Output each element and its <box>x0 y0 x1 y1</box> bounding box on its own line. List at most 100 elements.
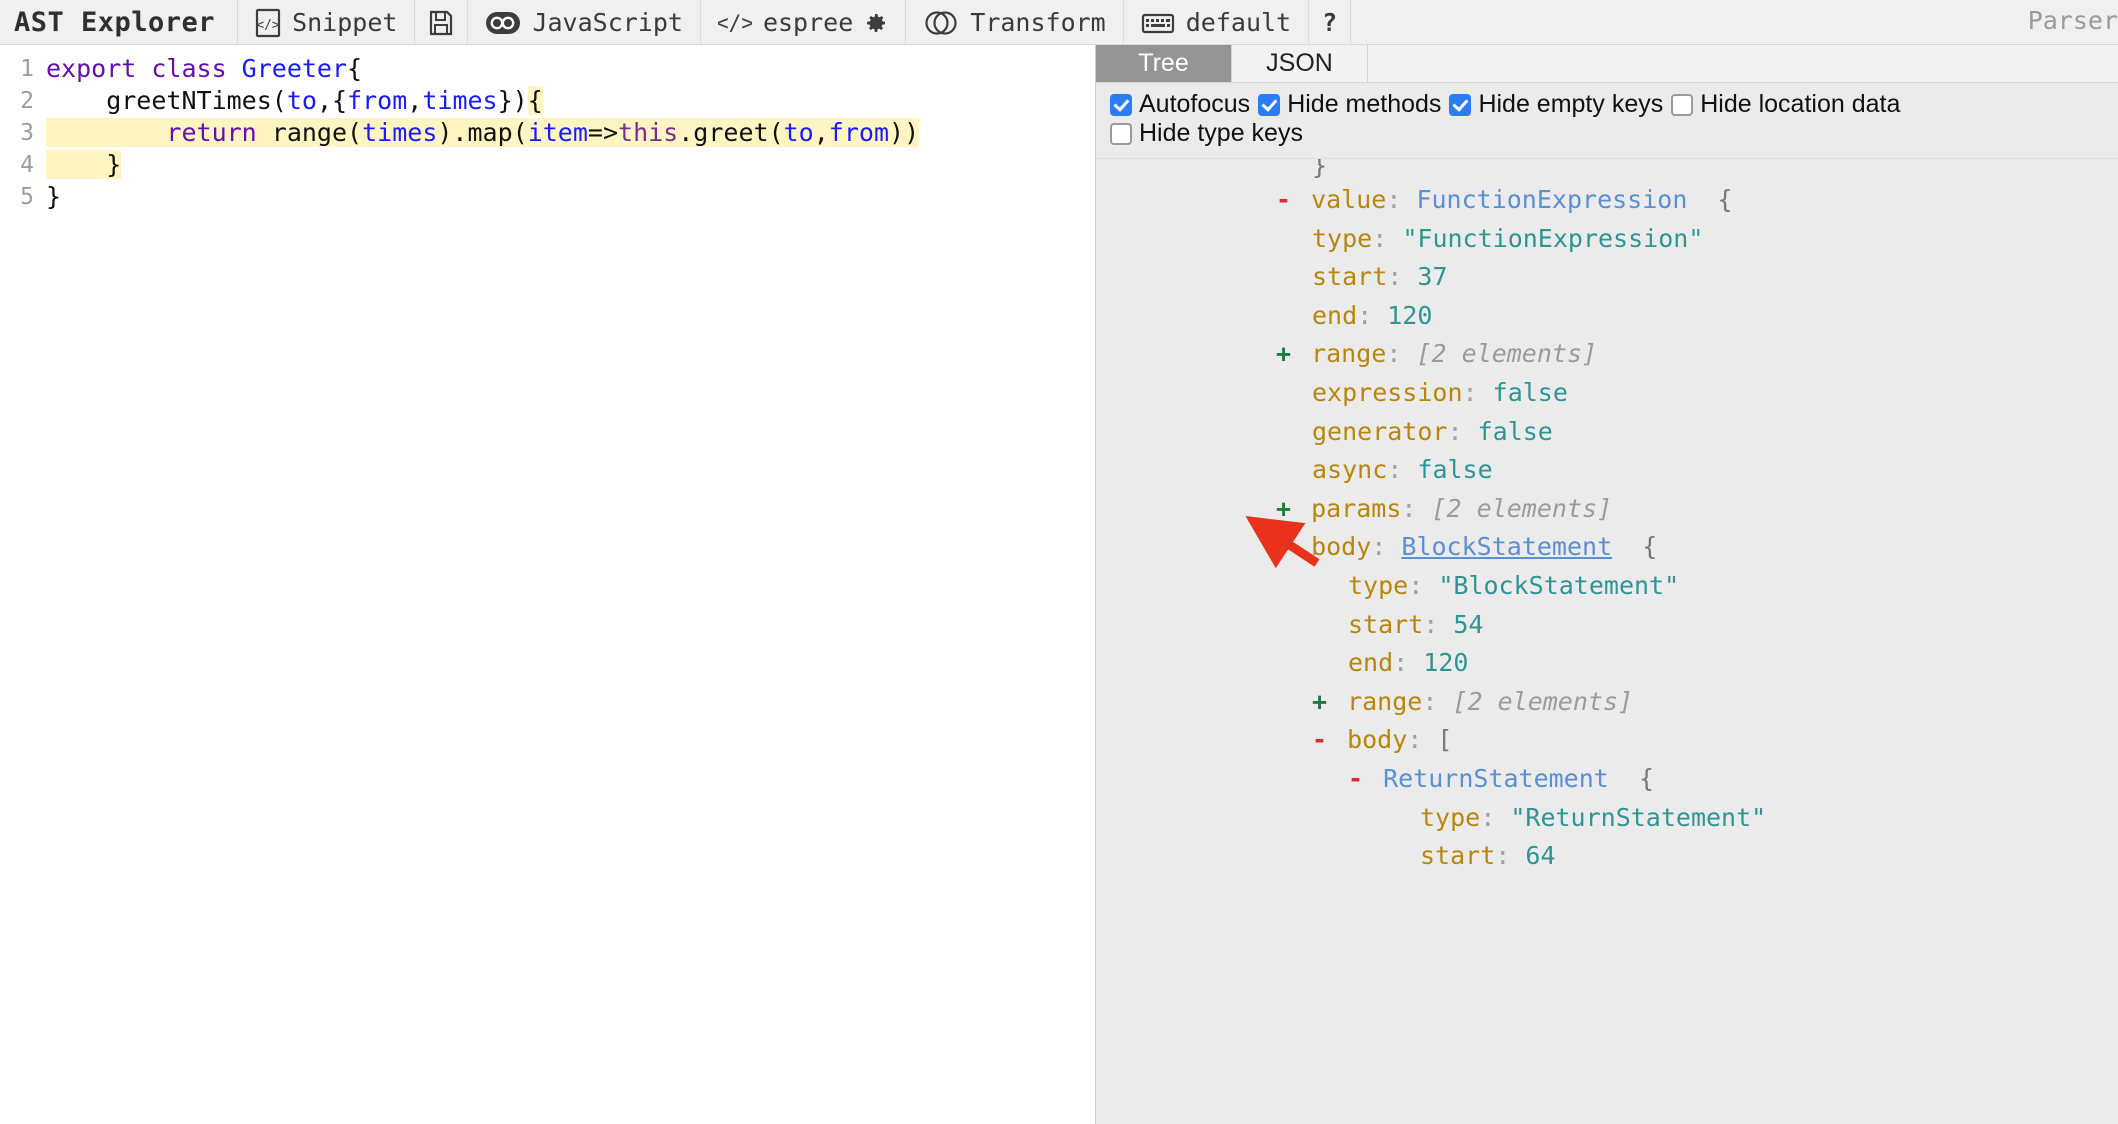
checkbox-icon[interactable] <box>1449 94 1471 116</box>
ast-colon: : <box>1357 301 1372 330</box>
keymap-selector[interactable]: default <box>1124 0 1309 45</box>
snippet-button[interactable]: </> Snippet <box>238 0 415 45</box>
collapse-toggle-icon[interactable]: - <box>1312 721 1332 760</box>
code-token: to <box>784 118 814 147</box>
ast-key: start <box>1348 610 1423 639</box>
code-token: { <box>528 86 543 115</box>
ast-tree[interactable]: }- value: FunctionExpression {type: "Fun… <box>1096 159 2118 1124</box>
code-line[interactable]: 3 return range(times).map(item=>this.gre… <box>0 117 1095 149</box>
code-line[interactable]: 2 greetNTimes(to,{from,times}){ <box>0 85 1095 117</box>
collapse-toggle-icon[interactable]: - <box>1276 181 1296 220</box>
ast-tree-row[interactable]: end: 120 <box>1096 644 2118 683</box>
code-line[interactable]: 4 } <box>0 149 1095 181</box>
ast-colon: : <box>1423 610 1438 639</box>
option-hide-methods[interactable]: Hide methods <box>1258 90 1441 119</box>
option-hide-type-keys[interactable]: Hide type keys <box>1110 119 1303 148</box>
ast-value: 64 <box>1525 841 1555 870</box>
ast-value: "ReturnStatement" <box>1510 803 1766 832</box>
code-token: .greet <box>678 118 768 147</box>
ast-tree-row[interactable]: - ReturnStatement { <box>1096 760 2118 799</box>
transform-selector[interactable]: Transform <box>906 0 1123 45</box>
checkbox-icon[interactable] <box>1110 94 1132 116</box>
ast-tree-row[interactable]: type: "BlockStatement" <box>1096 567 2118 606</box>
ast-tree-row[interactable]: start: 37 <box>1096 258 2118 297</box>
ast-key: type <box>1420 803 1480 832</box>
ast-brace: { <box>1718 185 1733 214</box>
ast-brace: { <box>1639 764 1654 793</box>
line-number: 2 <box>0 85 46 117</box>
code-token: => <box>588 118 618 147</box>
code-lines[interactable]: 1export class Greeter{2 greetNTimes(to,{… <box>0 45 1095 213</box>
ast-value[interactable]: ReturnStatement <box>1383 764 1609 793</box>
option-hide-empty-keys[interactable]: Hide empty keys <box>1449 90 1663 119</box>
code-line[interactable]: 1export class Greeter{ <box>0 53 1095 85</box>
option-label: Hide location data <box>1700 90 1900 119</box>
code-brackets-icon: </> <box>718 10 752 36</box>
code-token <box>46 118 166 147</box>
code-line[interactable]: 5} <box>0 181 1095 213</box>
ast-key: type <box>1312 224 1372 253</box>
language-selector[interactable]: JavaScript <box>468 0 701 45</box>
parser-selector[interactable]: </> espree <box>701 0 906 45</box>
expand-toggle-icon[interactable]: + <box>1312 683 1332 722</box>
ast-tree-row[interactable]: generator: false <box>1096 413 2118 452</box>
venn-circles-icon <box>923 9 959 37</box>
ast-tree-row[interactable]: expression: false <box>1096 374 2118 413</box>
ast-tree-row[interactable]: start: 54 <box>1096 606 2118 645</box>
code-token: map <box>467 118 512 147</box>
ast-key: range <box>1311 339 1386 368</box>
code-token: export <box>46 54 151 83</box>
code-token: }) <box>498 86 528 115</box>
ast-key: range <box>1347 687 1422 716</box>
ast-tree-row[interactable]: - value: FunctionExpression { <box>1096 181 2118 220</box>
ast-tree-row[interactable]: end: 120 <box>1096 297 2118 336</box>
ast-colon: : <box>1386 339 1401 368</box>
checkbox-icon[interactable] <box>1110 123 1132 145</box>
ast-node-link[interactable]: BlockStatement <box>1401 532 1612 561</box>
ast-colon: : <box>1386 185 1401 214</box>
snippet-label: Snippet <box>292 8 397 37</box>
ast-tree-row[interactable]: + range: [2 elements] <box>1096 335 2118 374</box>
code-token: times <box>422 86 497 115</box>
ast-value: false <box>1478 417 1553 446</box>
ast-tree-row[interactable]: type: "FunctionExpression" <box>1096 220 2118 259</box>
expand-toggle-icon[interactable]: + <box>1276 490 1296 529</box>
option-hide-location-data[interactable]: Hide location data <box>1671 90 1900 119</box>
ast-tree-row[interactable]: - body: [ <box>1096 721 2118 760</box>
option-label: Hide methods <box>1287 90 1441 119</box>
tab-json[interactable]: JSON <box>1232 45 1368 82</box>
code-line-text: greetNTimes(to,{from,times}){ <box>46 85 543 117</box>
tab-tree[interactable]: Tree <box>1096 45 1232 82</box>
collapse-toggle-icon[interactable]: - <box>1276 528 1296 567</box>
help-button[interactable]: ? <box>1309 0 1351 45</box>
ast-tree-row[interactable]: type: "ReturnStatement" <box>1096 799 2118 838</box>
ast-key: async <box>1312 455 1387 484</box>
save-button[interactable] <box>415 0 468 45</box>
expand-toggle-icon[interactable]: + <box>1276 335 1296 374</box>
ast-tree-row[interactable]: async: false <box>1096 451 2118 490</box>
code-line-text: } <box>46 149 121 181</box>
ast-tree-row[interactable]: } <box>1096 159 2118 181</box>
option-autofocus[interactable]: Autofocus <box>1110 90 1250 119</box>
ast-key: body <box>1347 725 1407 754</box>
code-token: to <box>287 86 317 115</box>
gear-icon[interactable] <box>864 11 888 35</box>
ast-tree-row[interactable]: + range: [2 elements] <box>1096 683 2118 722</box>
code-token: item <box>528 118 588 147</box>
ast-value: 37 <box>1417 262 1447 291</box>
checkbox-icon[interactable] <box>1258 94 1280 116</box>
checkbox-icon[interactable] <box>1671 94 1693 116</box>
app-title: AST Explorer <box>0 0 238 45</box>
code-token: from <box>347 86 407 115</box>
code-editor[interactable]: 1export class Greeter{2 greetNTimes(to,{… <box>0 45 1096 1124</box>
ast-colon: : <box>1407 725 1422 754</box>
ast-value[interactable]: FunctionExpression <box>1416 185 1687 214</box>
ast-tree-row[interactable]: - body: BlockStatement { <box>1096 528 2118 567</box>
ast-key: generator <box>1312 417 1447 446</box>
ast-tabs: TreeJSON <box>1096 45 2118 83</box>
collapse-toggle-icon[interactable]: - <box>1348 760 1368 799</box>
ast-tree-row[interactable]: start: 64 <box>1096 837 2118 876</box>
option-label: Autofocus <box>1139 90 1250 119</box>
ast-tree-row[interactable]: + params: [2 elements] <box>1096 490 2118 529</box>
transform-label: Transform <box>970 8 1105 37</box>
